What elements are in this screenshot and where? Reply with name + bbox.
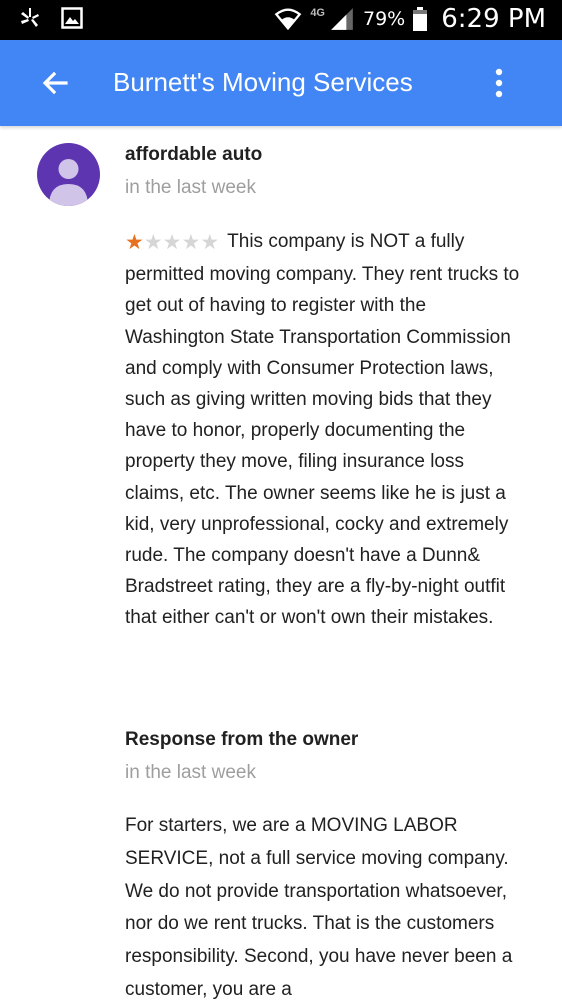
star-rating: ★★★★★ bbox=[125, 228, 219, 259]
more-vert-icon[interactable] bbox=[487, 65, 511, 101]
star-icon-empty: ★ bbox=[200, 231, 220, 254]
app-bar: Burnett's Moving Services bbox=[0, 40, 562, 126]
review-body: ★★★★★ This company is NOT a fully permit… bbox=[125, 226, 525, 634]
review-text: This company is NOT a fully permitted mo… bbox=[125, 231, 520, 629]
yelp-icon bbox=[21, 8, 39, 27]
star-icon-empty: ★ bbox=[181, 231, 201, 254]
review-time: in the last week bbox=[125, 177, 256, 198]
wifi-icon bbox=[274, 8, 302, 31]
owner-response-time: in the last week bbox=[125, 762, 256, 783]
star-icon-filled: ★ bbox=[125, 231, 144, 254]
clock: 6:29 PM bbox=[441, 4, 546, 34]
status-bar: 4G 79% 6:29 PM bbox=[0, 0, 562, 40]
owner-response-heading: Response from the owner bbox=[125, 729, 359, 750]
battery-icon bbox=[413, 7, 428, 31]
star-icon-empty: ★ bbox=[162, 231, 182, 254]
battery-percent: 79% bbox=[363, 8, 406, 30]
signal-icon bbox=[331, 8, 353, 30]
review-author[interactable]: affordable auto bbox=[125, 144, 262, 166]
star-icon-empty: ★ bbox=[143, 231, 163, 254]
person-icon bbox=[49, 159, 88, 206]
gallery-icon bbox=[61, 7, 83, 29]
owner-response-text: For starters, we are a MOVING LABOR SERV… bbox=[125, 815, 513, 1000]
network-type: 4G bbox=[310, 7, 325, 19]
page-title: Burnett's Moving Services bbox=[113, 67, 413, 97]
avatar[interactable] bbox=[37, 143, 100, 206]
arrow-back-icon[interactable] bbox=[36, 65, 76, 101]
